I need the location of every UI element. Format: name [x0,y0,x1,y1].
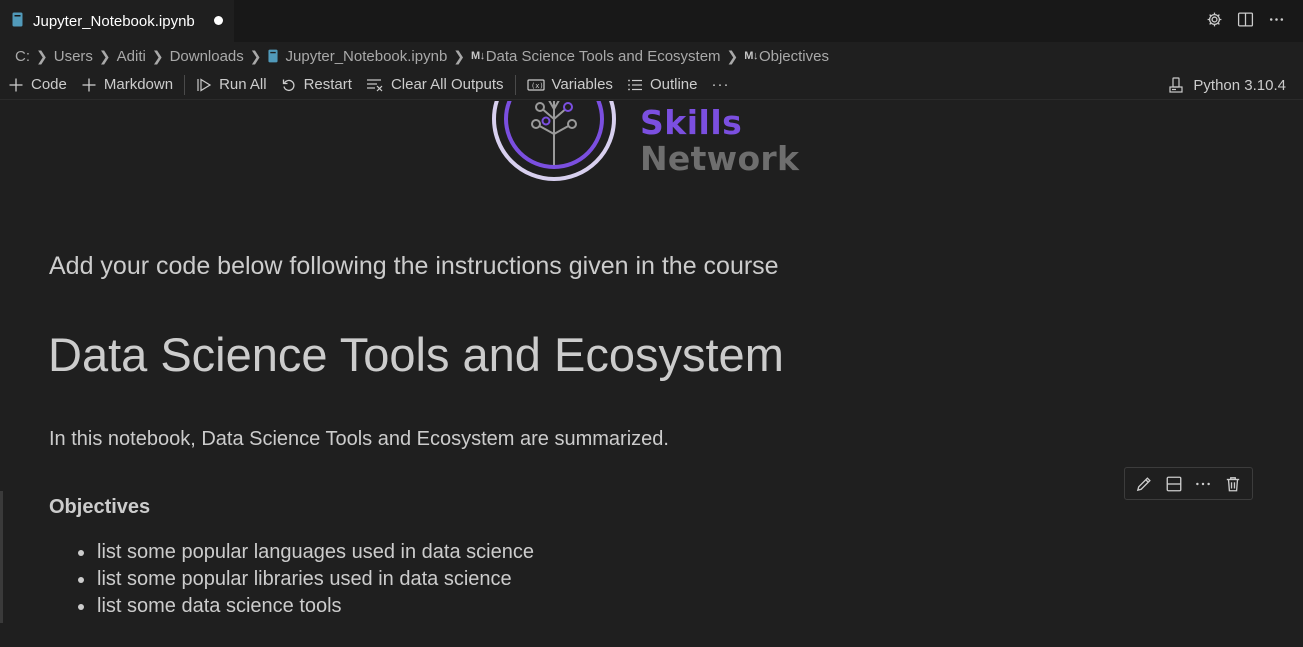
plus-icon [8,77,24,93]
more-icon: ··· [711,76,730,93]
list-item: list some popular languages used in data… [49,539,534,566]
list-item-text: list some popular languages used in data… [97,541,534,563]
bullet-icon [78,603,84,610]
clear-all-outputs-label: Clear All Outputs [390,76,504,93]
breadcrumb-item-users[interactable]: Users [54,48,93,65]
instructions-text: Add your code below following the instru… [49,252,779,280]
add-markdown-cell-button[interactable]: Markdown [74,72,180,98]
skills-network-logo: Skills Network [490,101,799,203]
chevron-right-icon: ❯ [36,47,48,64]
logo-text-network: Network [640,139,800,178]
restart-button[interactable]: Restart [274,72,359,98]
notebook-heading: Data Science Tools and Ecosystem [48,328,784,381]
chevron-right-icon: ❯ [726,47,739,64]
breadcrumb-heading-label: Data Science Tools and Ecosystem [485,47,721,65]
clear-all-icon [366,77,384,93]
more-icon[interactable] [1267,10,1285,28]
chevron-right-icon: ❯ [151,47,164,64]
breadcrumb-item-aditi[interactable]: Aditi [117,48,146,65]
add-markdown-label: Markdown [103,76,174,93]
add-code-cell-button[interactable]: Code [0,72,74,98]
toolbar-divider [184,74,186,95]
chevron-right-icon: ❯ [98,47,111,64]
more-icon[interactable] [1192,473,1214,495]
breadcrumb: C: ❯ Users ❯ Aditi ❯ Downloads ❯ Jupyter… [0,42,1303,70]
variables-label: Variables [551,76,613,93]
objectives-heading: Objectives [49,496,151,518]
add-code-label: Code [31,76,67,93]
unsaved-dot-icon[interactable] [214,16,223,25]
cell-toolbar [1124,467,1253,500]
tab-title: Jupyter_Notebook.ipynb [33,12,195,30]
variables-button[interactable]: (x) Variables [520,72,620,98]
breadcrumb-file-label: Jupyter_Notebook.ipynb [285,47,448,65]
cell-focus-indicator [0,491,3,623]
skills-network-emblem [492,101,616,181]
kernel-label: Python 3.10.4 [1193,76,1286,94]
objectives-list: list some popular languages used in data… [49,539,534,620]
run-all-icon [196,77,212,93]
clear-all-outputs-button[interactable]: Clear All Outputs [359,72,511,98]
more-actions-button[interactable]: ··· [704,72,736,98]
run-all-button[interactable]: Run All [189,72,274,98]
editor-actions [1205,10,1285,28]
bullet-icon [78,576,84,583]
markdown-icon: M↓ [471,50,485,62]
split-editor-icon[interactable] [1236,10,1254,28]
list-item-text: list some data science tools [97,595,342,617]
notebook-icon [12,12,23,31]
outline-button[interactable]: Outline [620,72,705,98]
breadcrumb-item-heading[interactable]: M↓ Data Science Tools and Ecosystem [471,48,721,65]
breadcrumb-item-downloads[interactable]: Downloads [170,48,244,65]
split-cell-icon[interactable] [1163,473,1185,495]
plus-icon [81,77,97,93]
notebook-content: Skills Network Add your code below follo… [0,101,1303,647]
kernel-icon [1168,76,1184,94]
markdown-icon: M↓ [744,50,758,62]
breadcrumb-item-objectives[interactable]: M↓ Objectives [744,48,829,65]
bullet-icon [78,549,84,556]
run-all-label: Run All [219,76,267,93]
toolbar-divider [514,74,516,95]
logo-text-skills: Skills [640,103,743,142]
notebook-toolbar: Code Markdown Run All Restart Clear All … [0,70,1303,100]
restart-icon [281,77,297,93]
gear-icon[interactable] [1205,10,1223,28]
summary-text: In this notebook, Data Science Tools and… [49,428,669,450]
outline-icon [627,77,643,93]
chevron-right-icon: ❯ [453,47,466,64]
restart-label: Restart [303,76,352,93]
notebook-icon [267,49,278,63]
svg-text:(x): (x) [531,82,544,90]
breadcrumb-item-drive[interactable]: C: [15,48,30,65]
chevron-right-icon: ❯ [249,47,262,64]
outline-label: Outline [649,76,698,93]
breadcrumb-objectives-label: Objectives [758,47,829,65]
list-item: list some data science tools [49,593,534,620]
tab-bar: Jupyter_Notebook.ipynb [0,0,1303,42]
kernel-picker[interactable]: Python 3.10.4 [1168,70,1286,100]
list-item-text: list some popular libraries used in data… [97,568,512,590]
list-item: list some popular libraries used in data… [49,566,534,593]
editor-tab[interactable]: Jupyter_Notebook.ipynb [0,0,234,42]
variables-icon: (x) [526,77,545,93]
pencil-icon[interactable] [1133,473,1155,495]
trash-icon[interactable] [1222,473,1244,495]
breadcrumb-item-file[interactable]: Jupyter_Notebook.ipynb [267,47,448,65]
